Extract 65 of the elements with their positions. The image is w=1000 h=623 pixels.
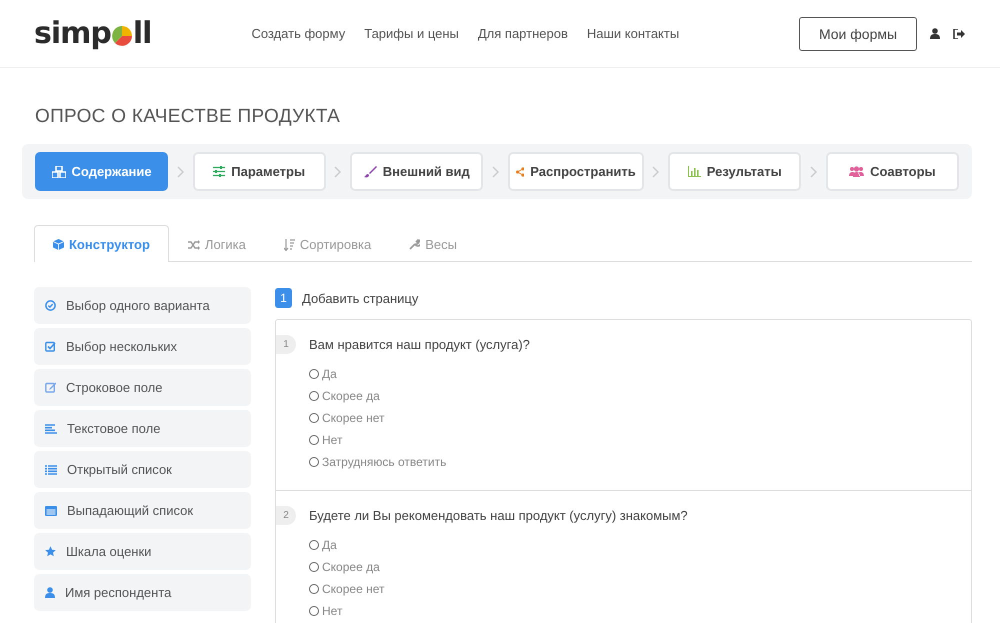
- option-label: Скорее нет: [322, 411, 384, 425]
- logo-text: ll: [132, 16, 152, 51]
- question-type-item[interactable]: Выпадающий список: [34, 492, 251, 529]
- page-number: 1: [275, 288, 292, 308]
- radio-button[interactable]: [309, 584, 319, 594]
- radio-button[interactable]: [309, 391, 319, 401]
- question-type-item[interactable]: Шкала оценки: [34, 533, 251, 570]
- nav-link[interactable]: Наши контакты: [586, 26, 680, 41]
- radio-button[interactable]: [309, 562, 319, 572]
- checkbox-icon: [45, 341, 56, 352]
- option-label: Да: [322, 367, 337, 381]
- step-tab[interactable]: Параметры: [192, 152, 326, 191]
- question-type-item[interactable]: Выбор нескольких: [34, 328, 251, 365]
- step-tab[interactable]: Внешний вид: [350, 152, 484, 191]
- check-circle-icon: [45, 300, 56, 311]
- chevron-icon: [492, 166, 500, 178]
- logout-icon[interactable]: [953, 28, 965, 38]
- pie-chart-icon: [112, 26, 132, 46]
- question-number: 2: [276, 506, 296, 525]
- step-tab[interactable]: Распространить: [508, 152, 644, 191]
- chevron-icon: [652, 166, 660, 178]
- option-label: Затрудняюсь ответить: [322, 455, 446, 469]
- chevron-icon: [810, 166, 818, 178]
- survey-title: ОПРОС О КАЧЕСТВЕ ПРОДУКТА: [35, 106, 342, 128]
- radio-button[interactable]: [309, 413, 319, 423]
- radio-button[interactable]: [309, 606, 319, 616]
- nav-link[interactable]: Тарифы и цены: [364, 26, 459, 41]
- question-type-item[interactable]: Выбор одного варианта: [34, 287, 251, 324]
- question-type-item[interactable]: Открытый список: [34, 451, 251, 488]
- cube-icon: [53, 238, 64, 250]
- question-type-item[interactable]: Текстовое поле: [34, 410, 251, 447]
- question-number: 1: [276, 335, 296, 354]
- user-icon[interactable]: [930, 28, 940, 39]
- option-label: Скорее да: [322, 560, 380, 574]
- radio-button[interactable]: [309, 369, 319, 379]
- question-type-item[interactable]: Строковое поле: [34, 369, 251, 406]
- user-icon: [45, 587, 55, 598]
- option-label: Нет: [322, 604, 342, 618]
- list-icon: [45, 464, 57, 474]
- question-text: Будете ли Вы рекомендовать наш продукт (услугу) знакомым?: [309, 508, 688, 523]
- question-text: Вам нравится наш продукт (услуга)?: [309, 337, 530, 352]
- dropdown-list-icon: [45, 506, 57, 516]
- my-forms-button[interactable]: Мои формы: [799, 16, 917, 50]
- nav-link[interactable]: Создать форму: [251, 26, 346, 41]
- step-tab[interactable]: Результаты: [668, 152, 802, 191]
- option-label: Да: [322, 538, 337, 552]
- text-lines-icon: [45, 424, 57, 434]
- chevron-icon: [334, 166, 342, 178]
- step-tab[interactable]: Соавторы: [826, 152, 959, 191]
- option-label: Нет: [322, 433, 342, 447]
- shuffle-icon: [188, 240, 200, 250]
- radio-button[interactable]: [309, 457, 319, 467]
- chevron-icon: [176, 166, 184, 178]
- add-page-link[interactable]: Добавить страницу: [302, 290, 418, 306]
- nav-link[interactable]: Для партнеров: [478, 26, 568, 41]
- star-icon: [45, 546, 56, 557]
- option-label: Скорее нет: [322, 582, 384, 596]
- wrench-icon: [409, 239, 420, 250]
- radio-button[interactable]: [309, 435, 319, 445]
- edit-icon: [45, 382, 56, 393]
- logo-text: simp: [34, 16, 111, 51]
- sort-icon: [284, 238, 295, 250]
- option-label: Скорее да: [322, 389, 380, 403]
- radio-button[interactable]: [309, 540, 319, 550]
- question-type-item[interactable]: Имя респондента: [34, 574, 251, 611]
